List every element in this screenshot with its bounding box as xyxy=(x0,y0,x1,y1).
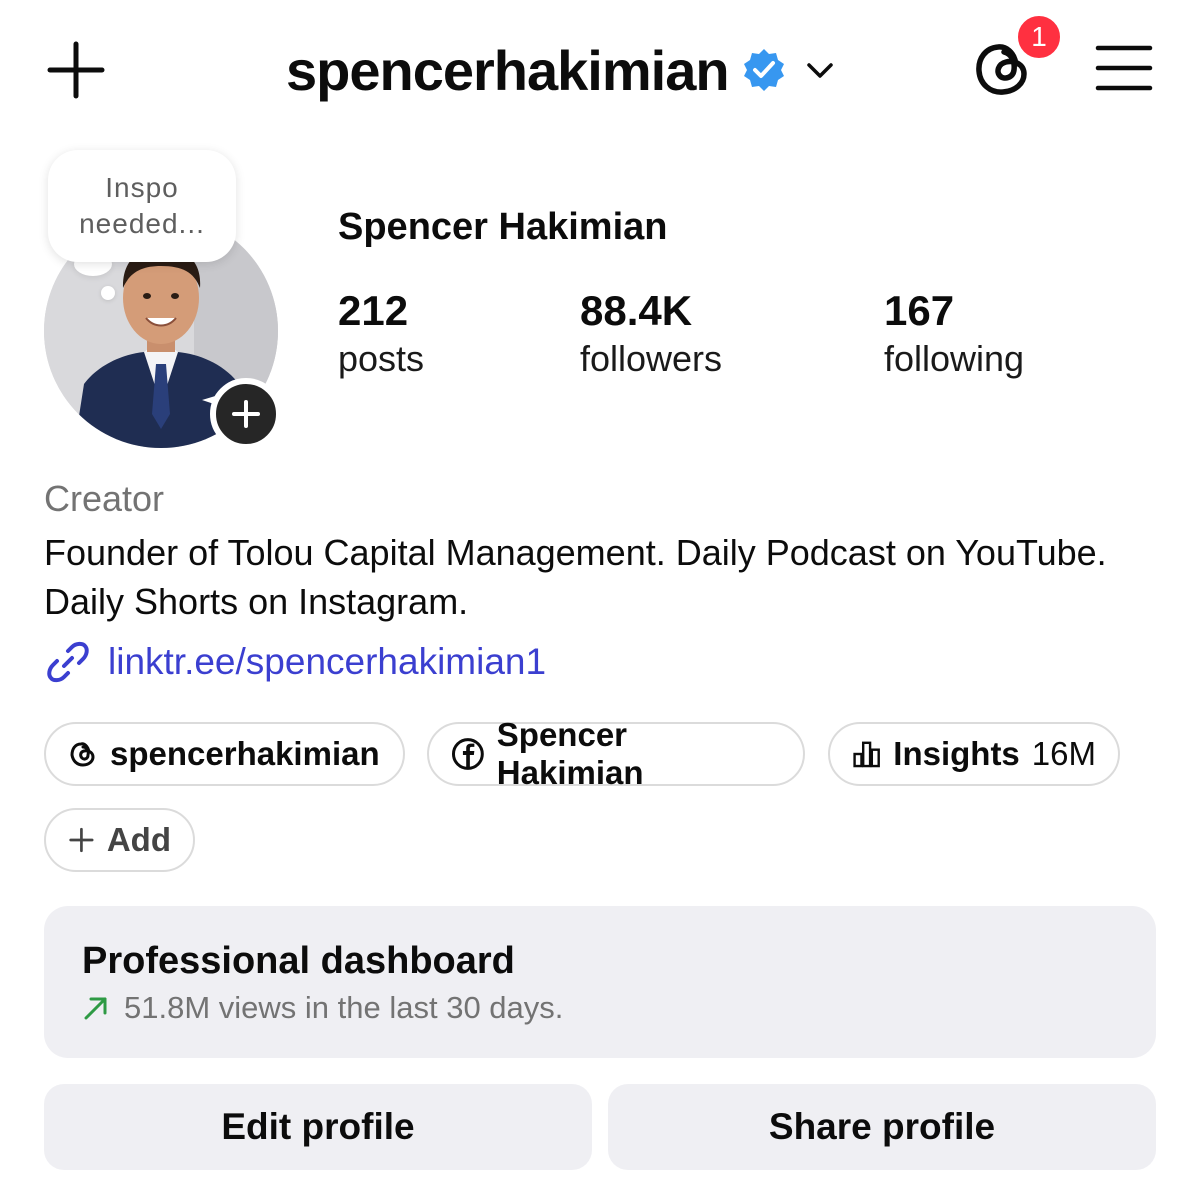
stat-posts-label: posts xyxy=(338,338,425,379)
bio-link[interactable]: linktr.ee/spencerhakimian1 xyxy=(44,638,546,686)
trend-up-arrow-icon xyxy=(84,997,107,1020)
note-bubble[interactable]: Inspo needed... xyxy=(48,150,236,262)
stat-posts-value: 212 xyxy=(338,287,409,334)
stat-following-value: 167 xyxy=(884,287,955,334)
threads-chip-label: spencerhakimian xyxy=(110,735,380,772)
note-bubble-dot xyxy=(101,286,115,300)
profile-bio: Founder of Tolou Capital Management. Dai… xyxy=(44,532,1107,622)
insights-chip-value: 16M xyxy=(1031,735,1096,772)
plus-icon xyxy=(232,400,260,428)
notification-badge: 1 xyxy=(1014,12,1064,62)
add-story-button[interactable] xyxy=(210,378,282,450)
username: spencerhakimian xyxy=(286,38,730,102)
create-plus-icon[interactable] xyxy=(44,38,108,102)
note-text-line2: needed... xyxy=(79,208,205,239)
add-chip-label: Add xyxy=(106,821,171,858)
stat-followers[interactable]: 88.4K followers xyxy=(580,286,722,382)
stat-following[interactable]: 167 following xyxy=(884,286,1024,382)
threads-small-icon xyxy=(70,742,95,767)
bio-link-text: linktr.ee/spencerhakimian1 xyxy=(108,641,547,682)
dashboard-subtitle: 51.8M views in the last 30 days. xyxy=(124,990,564,1025)
stat-following-label: following xyxy=(884,338,1025,379)
facebook-chip-label: Spencer Hakimian xyxy=(496,716,644,791)
stat-followers-label: followers xyxy=(580,338,723,379)
share-profile-button[interactable]: Share profile xyxy=(608,1084,1156,1170)
plus-icon xyxy=(69,827,94,853)
professional-dashboard-card[interactable]: Professional dashboard 51.8M views in th… xyxy=(44,906,1156,1058)
full-name: Spencer Hakimian xyxy=(338,206,668,248)
add-link-chip[interactable]: Add xyxy=(44,808,195,872)
account-switcher[interactable]: spencerhakimian xyxy=(286,30,837,110)
threads-profile-chip[interactable]: spencerhakimian xyxy=(44,722,405,786)
stat-followers-value: 88.4K xyxy=(580,287,693,334)
dashboard-title: Professional dashboard xyxy=(82,940,515,982)
menu-hamburger-icon[interactable] xyxy=(1094,40,1154,96)
verified-badge-icon xyxy=(741,47,787,93)
stat-posts[interactable]: 212 posts xyxy=(338,286,424,382)
facebook-icon xyxy=(451,738,484,770)
insights-chip-label: Insights xyxy=(893,735,1020,772)
note-text-line1: Inspo xyxy=(105,172,179,203)
insights-bar-chart-icon xyxy=(853,741,880,768)
top-bar: spencerhakimian 1 xyxy=(0,0,1200,140)
edit-profile-button[interactable]: Edit profile xyxy=(44,1084,592,1170)
profile-category: Creator xyxy=(44,478,165,519)
insights-chip[interactable]: Insights 16M xyxy=(828,722,1120,786)
chevron-down-icon xyxy=(803,53,837,87)
link-icon xyxy=(47,641,89,683)
facebook-profile-chip[interactable]: Spencer Hakimian xyxy=(427,716,805,791)
dashboard-subtitle-row: 51.8M views in the last 30 days. xyxy=(82,990,563,1026)
